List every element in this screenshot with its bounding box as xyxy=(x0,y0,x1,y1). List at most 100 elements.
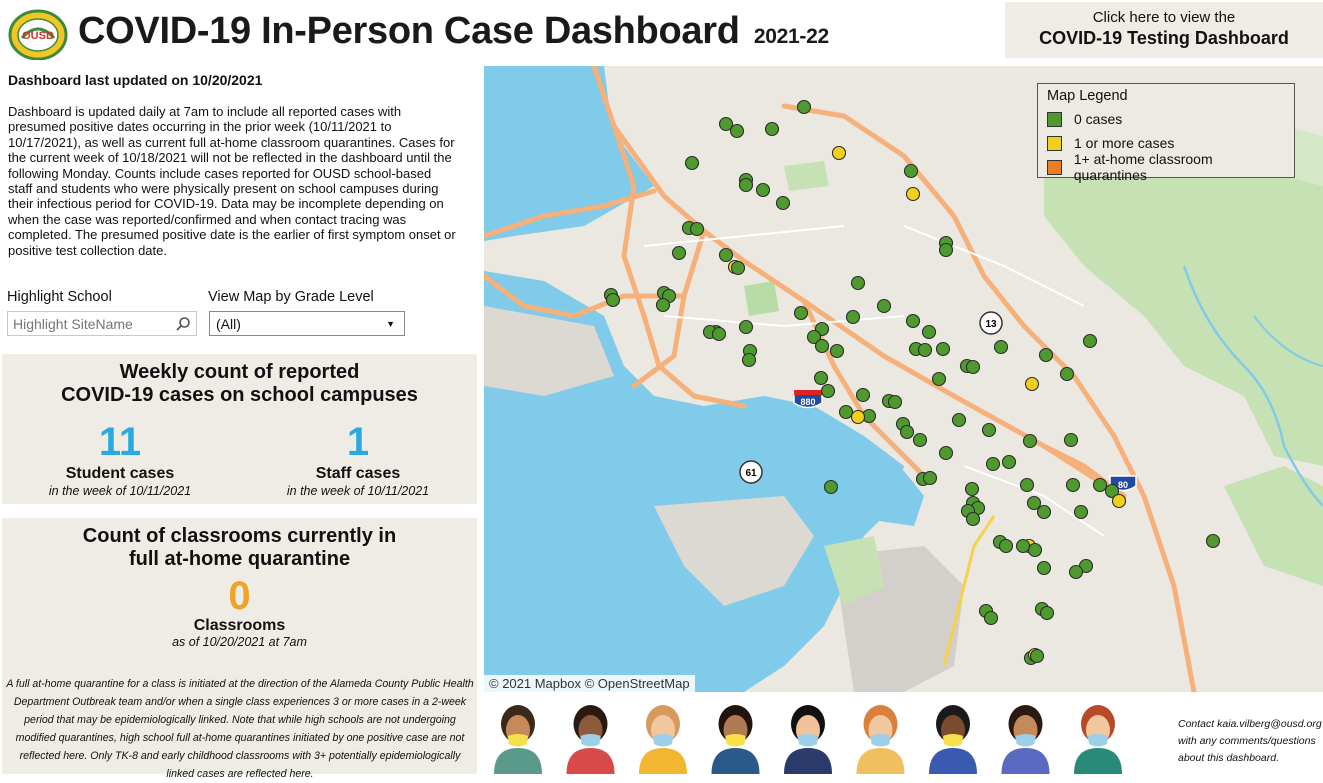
school-marker-no-cases[interactable] xyxy=(850,275,866,291)
quarantine-sub: as of 10/20/2021 at 7am xyxy=(172,635,307,649)
school-marker-no-cases[interactable] xyxy=(921,324,937,340)
grade-level-select[interactable]: (All) ▼ xyxy=(209,311,405,336)
avatar-row xyxy=(494,705,1122,774)
school-marker-with-cases[interactable] xyxy=(905,186,921,202)
school-marker-no-cases[interactable] xyxy=(1073,504,1089,520)
school-marker-no-cases[interactable] xyxy=(671,245,687,261)
weekly-cases-panel: Weekly count of reported COVID-19 cases … xyxy=(2,354,477,504)
description: Dashboard is updated daily at 7am to inc… xyxy=(8,104,456,258)
quarantine-count: 0 xyxy=(228,574,251,618)
school-marker-no-cases[interactable] xyxy=(1059,366,1075,382)
school-marker-no-cases[interactable] xyxy=(965,359,981,375)
school-marker-no-cases[interactable] xyxy=(605,292,621,308)
search-icon[interactable] xyxy=(175,316,191,332)
school-marker-no-cases[interactable] xyxy=(965,511,981,527)
school-marker-no-cases[interactable] xyxy=(985,456,1001,472)
map-attribution[interactable]: © 2021 Mapbox © OpenStreetMap xyxy=(484,675,695,692)
school-marker-no-cases[interactable] xyxy=(823,479,839,495)
school-map[interactable]: 13 880 61 80 Map Legend 0 cases 1 or mor… xyxy=(484,66,1323,692)
contact-line1: Contact kaia.vilberg@ousd.org xyxy=(1178,718,1322,730)
highlight-school-input[interactable] xyxy=(8,312,168,335)
school-marker-with-cases[interactable] xyxy=(831,145,847,161)
school-marker-no-cases[interactable] xyxy=(935,341,951,357)
weekly-title-line1: Weekly count of reported xyxy=(119,361,360,383)
school-marker-no-cases[interactable] xyxy=(887,394,903,410)
school-marker-no-cases[interactable] xyxy=(855,387,871,403)
school-marker-no-cases[interactable] xyxy=(1022,433,1038,449)
school-marker-no-cases[interactable] xyxy=(718,247,734,263)
school-marker-no-cases[interactable] xyxy=(684,155,700,171)
school-marker-no-cases[interactable] xyxy=(1065,477,1081,493)
school-marker-no-cases[interactable] xyxy=(738,319,754,335)
school-marker-no-cases[interactable] xyxy=(983,610,999,626)
quarantine-label: Classrooms xyxy=(193,617,286,634)
staff-cases-label: Staff cases xyxy=(315,465,401,482)
school-marker-with-cases[interactable] xyxy=(850,409,866,425)
school-marker-no-cases[interactable] xyxy=(729,123,745,139)
school-marker-no-cases[interactable] xyxy=(905,313,921,329)
school-marker-no-cases[interactable] xyxy=(964,481,980,497)
school-marker-no-cases[interactable] xyxy=(1082,333,1098,349)
school-marker-no-cases[interactable] xyxy=(655,297,671,313)
school-marker-no-cases[interactable] xyxy=(1205,533,1221,549)
avatar-icon xyxy=(856,705,905,774)
school-marker-no-cases[interactable] xyxy=(1001,454,1017,470)
school-marker-no-cases[interactable] xyxy=(796,99,812,115)
school-marker-no-cases[interactable] xyxy=(903,163,919,179)
school-marker-no-cases[interactable] xyxy=(1029,648,1045,664)
school-marker-no-cases[interactable] xyxy=(689,221,705,237)
svg-text:80: 80 xyxy=(1118,480,1128,490)
school-marker-no-cases[interactable] xyxy=(741,352,757,368)
contact-line3: about this dashboard. xyxy=(1178,752,1279,764)
avatar-icon xyxy=(784,705,832,774)
school-marker-no-cases[interactable] xyxy=(998,538,1014,554)
svg-text:OUSD: OUSD xyxy=(22,30,54,42)
school-marker-no-cases[interactable] xyxy=(1092,477,1108,493)
contact-line2: with any comments/questions xyxy=(1178,735,1316,747)
school-marker-no-cases[interactable] xyxy=(951,412,967,428)
school-marker-no-cases[interactable] xyxy=(993,339,1009,355)
school-marker-no-cases[interactable] xyxy=(922,470,938,486)
school-marker-no-cases[interactable] xyxy=(938,242,954,258)
student-cases-sub: in the week of 10/11/2021 xyxy=(48,484,192,498)
svg-text:13: 13 xyxy=(985,319,997,330)
school-marker-no-cases[interactable] xyxy=(793,305,809,321)
school-marker-no-cases[interactable] xyxy=(899,424,915,440)
school-marker-no-cases[interactable] xyxy=(814,338,830,354)
school-marker-no-cases[interactable] xyxy=(876,298,892,314)
school-marker-no-cases[interactable] xyxy=(730,260,746,276)
school-marker-no-cases[interactable] xyxy=(1036,560,1052,576)
route-13-shield: 13 xyxy=(979,311,1003,335)
school-marker-no-cases[interactable] xyxy=(1063,432,1079,448)
highlight-school-search[interactable] xyxy=(7,311,197,336)
legend-label-0-cases: 0 cases xyxy=(1074,111,1123,127)
school-marker-no-cases[interactable] xyxy=(1027,542,1043,558)
school-marker-no-cases[interactable] xyxy=(820,383,836,399)
school-marker-no-cases[interactable] xyxy=(981,422,997,438)
school-marker-no-cases[interactable] xyxy=(917,342,933,358)
school-marker-no-cases[interactable] xyxy=(931,371,947,387)
school-marker-no-cases[interactable] xyxy=(912,432,928,448)
school-marker-no-cases[interactable] xyxy=(845,309,861,325)
school-marker-no-cases[interactable] xyxy=(1068,564,1084,580)
school-marker-no-cases[interactable] xyxy=(829,343,845,359)
school-marker-no-cases[interactable] xyxy=(1019,477,1035,493)
school-marker-no-cases[interactable] xyxy=(1036,504,1052,520)
school-marker-no-cases[interactable] xyxy=(738,177,754,193)
student-cases-label: Student cases xyxy=(65,465,175,482)
school-marker-no-cases[interactable] xyxy=(1015,538,1031,554)
school-marker-with-cases[interactable] xyxy=(1111,493,1127,509)
quarantine-note: A full at-home quarantine for a class is… xyxy=(6,678,474,780)
staff-cases-count: 1 xyxy=(346,420,370,464)
school-marker-no-cases[interactable] xyxy=(711,326,727,342)
school-marker-no-cases[interactable] xyxy=(775,195,791,211)
school-marker-no-cases[interactable] xyxy=(938,445,954,461)
school-marker-no-cases[interactable] xyxy=(755,182,771,198)
school-marker-no-cases[interactable] xyxy=(764,121,780,137)
school-marker-no-cases[interactable] xyxy=(813,370,829,386)
testing-dashboard-button[interactable]: Click here to view the COVID-19 Testing … xyxy=(1005,2,1323,58)
school-marker-no-cases[interactable] xyxy=(838,404,854,420)
school-marker-with-cases[interactable] xyxy=(1024,376,1040,392)
school-marker-no-cases[interactable] xyxy=(1039,605,1055,621)
school-marker-no-cases[interactable] xyxy=(1038,347,1054,363)
